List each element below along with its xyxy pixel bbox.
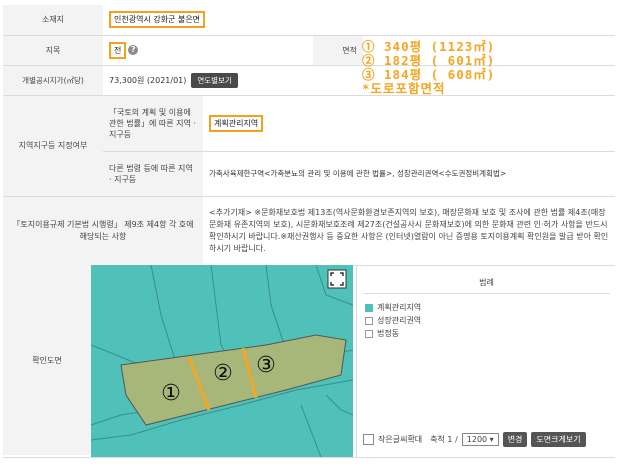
cadastral-map[interactable]: ① ② ③ bbox=[91, 265, 353, 457]
scale-label: 축척 1 / bbox=[430, 435, 458, 444]
enlarge-map-button[interactable]: 도면크게보기 bbox=[531, 432, 586, 447]
small-text-checkbox[interactable] bbox=[363, 434, 374, 445]
price-label: 개별공시지가(㎡당) bbox=[3, 65, 103, 96]
scale-change-button[interactable]: 변경 bbox=[502, 432, 528, 447]
location-value: 인천광역시 강화군 불은면 bbox=[109, 11, 206, 29]
legend-panel: 범례 계획관리지역 성장관리권역 법정동 작은글씨확대 축척 1 / 1200 … bbox=[356, 265, 616, 457]
jimok-value: 전 bbox=[109, 41, 127, 59]
regulation-note: <추가기재> ※문화재보호법 제13조(역사문화환경보존지역의 보호), 매장문… bbox=[203, 196, 615, 266]
area-label: 면적 bbox=[313, 35, 363, 66]
zone-sub1-value: 계획관리지역 bbox=[209, 114, 264, 132]
area-line-3: ③ 184평 ( 608㎡) bbox=[362, 67, 496, 82]
map-label: 확인도면 bbox=[3, 265, 91, 455]
legend-item-legal-dong: 법정동 bbox=[365, 327, 421, 340]
yearly-view-button[interactable]: 연도별보기 bbox=[191, 72, 238, 88]
area-values: ① 340평 (1123㎡) ② 182평 ( 601㎡) ③ 184평 ( 6… bbox=[362, 40, 495, 96]
zone-label: 지역지구등 지정여부 bbox=[3, 95, 103, 197]
zone-sub2-value: 가축사육제한구역<가축분뇨의 관리 및 이용에 관한 법률>, 성장관리권역<수… bbox=[203, 151, 615, 197]
zone-sub2-label: 다른 법령 등에 따른 지역 · 지구등 bbox=[103, 151, 203, 197]
area-line-2: ② 182평 ( 601㎡) bbox=[362, 53, 496, 68]
map-controls: 작은글씨확대 축척 1 / 1200 ▾ 변경 도면크게보기 bbox=[363, 432, 586, 447]
area-note: *도로포함면적 bbox=[362, 81, 446, 96]
map-canvas: ① ② ③ bbox=[91, 265, 353, 457]
location-label: 소재지 bbox=[3, 5, 103, 36]
legend-title: 범례 bbox=[479, 278, 494, 287]
swatch-icon bbox=[365, 303, 373, 312]
help-icon[interactable]: ? bbox=[128, 45, 139, 55]
regulation-label: 「토지이용규제 기본법 시행령」 제9조 제4항 각 호에 해당되는 사항 bbox=[3, 196, 203, 266]
swatch-icon bbox=[365, 329, 373, 338]
parcel-label-2: ② bbox=[213, 361, 233, 386]
zone-sub1-label: 「국토의 계획 및 이용에 관한 법률」에 따른 지역 · 지구등 bbox=[103, 95, 203, 152]
area-line-1: ① 340평 (1123㎡) bbox=[362, 39, 496, 54]
legend-items: 계획관리지역 성장관리권역 법정동 bbox=[365, 301, 421, 340]
land-info-table: 소재지 인천광역시 강화군 불은면 지목 전? 면적 개별공시지가(㎡당) 73… bbox=[3, 5, 615, 266]
small-text-label: 작은글씨확대 bbox=[378, 435, 423, 444]
parcel-label-3: ③ bbox=[256, 353, 276, 378]
price-value: 73,300원 (2021/01) bbox=[109, 75, 187, 85]
scale-select[interactable]: 1200 ▾ bbox=[461, 433, 499, 446]
parcel-label-1: ① bbox=[161, 381, 181, 406]
legend-item-plan-zone: 계획관리지역 bbox=[365, 301, 421, 314]
fullscreen-icon[interactable] bbox=[327, 269, 347, 289]
swatch-icon bbox=[365, 316, 373, 325]
parcel-area bbox=[120, 334, 347, 426]
legend-item-growth-zone: 성장관리권역 bbox=[365, 314, 421, 327]
jimok-label: 지목 bbox=[3, 35, 103, 66]
